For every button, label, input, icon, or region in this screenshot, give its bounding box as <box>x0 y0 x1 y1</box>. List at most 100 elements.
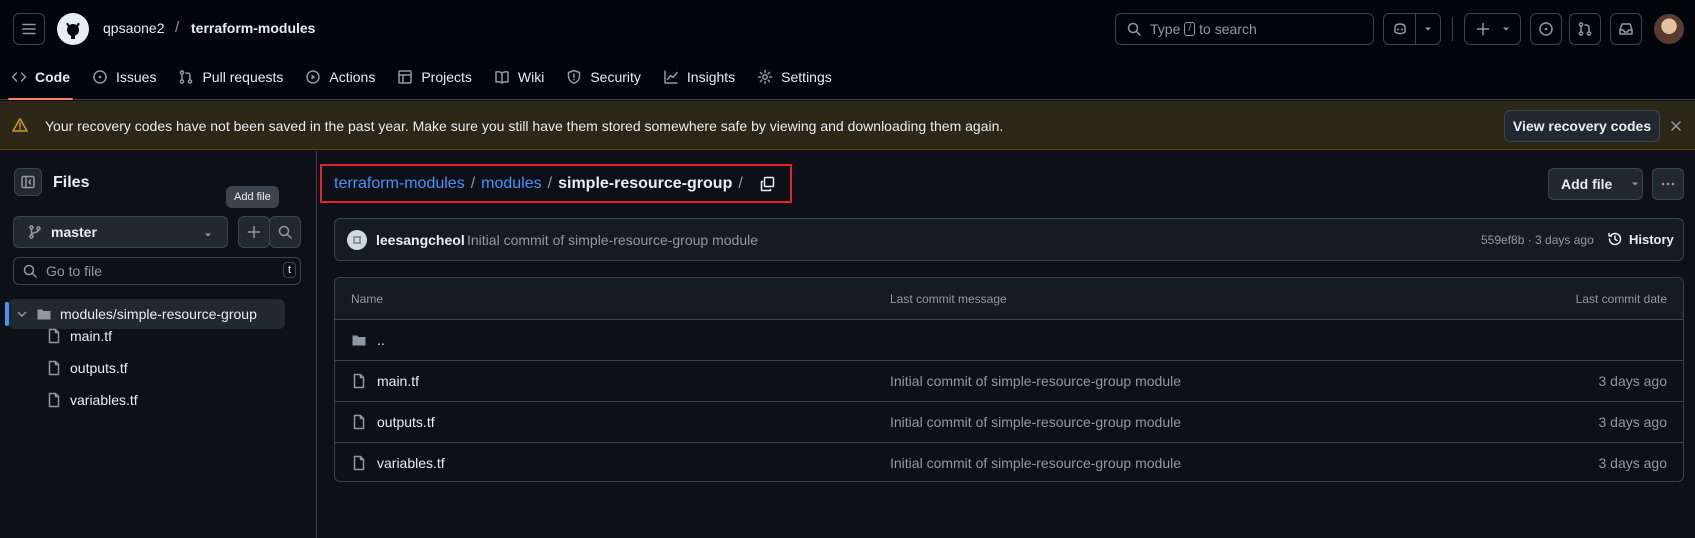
search-icon <box>278 225 292 239</box>
menu-button[interactable] <box>13 13 45 45</box>
breadcrumb-root-link[interactable]: terraform-modules <box>334 175 465 193</box>
history-button[interactable]: History <box>1607 231 1674 247</box>
tab-security[interactable]: Security <box>555 58 652 96</box>
add-file-tooltip: Add file <box>226 186 279 208</box>
sidebar-collapse-icon <box>21 175 35 189</box>
tab-code-label: Code <box>35 69 70 85</box>
tree-file-item[interactable]: variables.tf <box>46 385 138 415</box>
tab-wiki[interactable]: Wiki <box>483 58 555 96</box>
file-tree-sidebar: Files Add file master Go to file t modul… <box>0 151 317 538</box>
file-name: outputs.tf <box>377 414 435 430</box>
add-file-dropdown-button[interactable]: Add file <box>1548 168 1643 200</box>
file-commit-message[interactable]: Initial commit of simple-resource-group … <box>890 414 1181 430</box>
tab-actions[interactable]: Actions <box>294 58 386 96</box>
header-divider <box>1452 17 1453 41</box>
parent-directory-link[interactable]: .. <box>351 332 385 348</box>
parent-directory-row[interactable]: .. <box>335 319 1683 360</box>
tab-security-label: Security <box>590 69 641 85</box>
search-prefix: Type <box>1150 21 1181 37</box>
file-name: variables.tf <box>377 455 445 471</box>
kebab-horizontal-icon <box>1661 182 1675 186</box>
tree-file-item[interactable]: main.tf <box>46 321 112 351</box>
more-options-button[interactable] <box>1652 168 1684 200</box>
tab-insights[interactable]: Insights <box>652 58 746 96</box>
table-row[interactable]: outputs.tf Initial commit of simple-reso… <box>335 401 1683 442</box>
search-input[interactable]: Type / to search <box>1115 13 1374 45</box>
close-icon[interactable] <box>1668 118 1684 134</box>
file-commit-date: 3 days ago <box>1598 455 1668 471</box>
file-name-link[interactable]: outputs.tf <box>351 414 435 430</box>
tab-actions-label: Actions <box>329 69 376 85</box>
file-name: main.tf <box>377 373 420 389</box>
add-file-button[interactable] <box>238 216 270 248</box>
create-new-button[interactable] <box>1464 13 1521 45</box>
table-row[interactable]: main.tf Initial commit of simple-resourc… <box>335 360 1683 401</box>
commit-author-avatar[interactable] <box>347 230 367 250</box>
github-logo-icon[interactable] <box>57 13 89 45</box>
branch-selector[interactable]: master <box>13 216 228 248</box>
tab-wiki-label: Wiki <box>517 69 545 85</box>
commit-author[interactable]: leesangcheol <box>376 232 465 248</box>
pull-request-icon <box>1578 22 1592 36</box>
table-row[interactable]: variables.tf Initial commit of simple-re… <box>335 442 1683 481</box>
repo-owner-link[interactable]: qpsaone2 <box>103 20 165 36</box>
go-to-file-input[interactable]: Go to file t <box>13 257 301 285</box>
commit-message[interactable]: Initial commit of simple-resource-group … <box>467 232 758 248</box>
collapse-sidebar-button[interactable] <box>14 168 42 196</box>
file-commit-date: 3 days ago <box>1598 373 1668 389</box>
file-icon <box>48 328 60 344</box>
copy-path-icon[interactable] <box>759 176 775 192</box>
file-name-link[interactable]: main.tf <box>351 373 419 389</box>
go-to-file-shortcut: t <box>282 262 296 278</box>
tree-file-label: outputs.tf <box>70 360 128 376</box>
tab-projects[interactable]: Projects <box>386 58 483 96</box>
identicon-icon <box>353 236 361 244</box>
pull-requests-button[interactable] <box>1569 13 1601 45</box>
issue-icon <box>1539 22 1553 36</box>
search-suffix: to search <box>1199 21 1257 37</box>
chevron-down-icon <box>205 233 211 237</box>
search-files-button[interactable] <box>269 216 301 248</box>
parent-directory-label: .. <box>377 332 385 348</box>
alert-icon <box>12 118 28 132</box>
view-recovery-codes-button[interactable]: View recovery codes <box>1504 110 1660 142</box>
issues-button[interactable] <box>1530 13 1562 45</box>
tab-pull-requests[interactable]: Pull requests <box>167 58 294 96</box>
tab-code[interactable]: Code <box>0 58 81 100</box>
file-icon <box>48 360 60 376</box>
breadcrumb-current: simple-resource-group <box>558 174 733 192</box>
app-header: qpsaone2 / terraform-modules Type / to s… <box>0 0 1695 100</box>
tab-settings[interactable]: Settings <box>746 58 843 96</box>
search-shortcut-key: / <box>1184 22 1196 36</box>
user-avatar[interactable] <box>1654 14 1684 44</box>
tab-projects-label: Projects <box>421 69 472 85</box>
tree-file-item[interactable]: outputs.tf <box>46 353 128 383</box>
folder-icon <box>352 335 366 346</box>
file-table-header: Name Last commit message Last commit dat… <box>335 278 1683 319</box>
git-branch-icon <box>29 225 41 239</box>
file-commit-message[interactable]: Initial commit of simple-resource-group … <box>890 373 1181 389</box>
copilot-button[interactable] <box>1383 13 1441 45</box>
breadcrumb: terraform-modules / modules / simple-res… <box>320 164 792 203</box>
chevron-down-icon <box>1424 27 1431 31</box>
hamburger-icon <box>22 23 36 35</box>
search-icon <box>1127 22 1141 36</box>
file-icon <box>48 392 60 408</box>
breadcrumb-modules-link[interactable]: modules <box>481 175 541 193</box>
file-commit-message[interactable]: Initial commit of simple-resource-group … <box>890 455 1181 471</box>
repo-name-link[interactable]: terraform-modules <box>191 20 315 36</box>
go-to-file-placeholder: Go to file <box>46 263 103 279</box>
shield-icon <box>568 69 581 85</box>
inbox-button[interactable] <box>1610 13 1642 45</box>
repo-tabs: Code Issues Pull requests Actions Projec… <box>0 58 843 100</box>
commit-meta[interactable]: 559ef8b · 3 days ago <box>1481 233 1594 247</box>
column-header-message: Last commit message <box>890 292 1007 306</box>
files-title: Files <box>53 174 90 191</box>
breadcrumb-trailing-separator: / <box>738 174 743 192</box>
tab-pull-requests-label: Pull requests <box>202 69 284 85</box>
tree-file-label: variables.tf <box>70 392 138 408</box>
plus-icon <box>1476 22 1489 36</box>
tab-issues[interactable]: Issues <box>81 58 167 96</box>
file-name-link[interactable]: variables.tf <box>351 455 445 471</box>
plus-icon <box>247 225 261 239</box>
